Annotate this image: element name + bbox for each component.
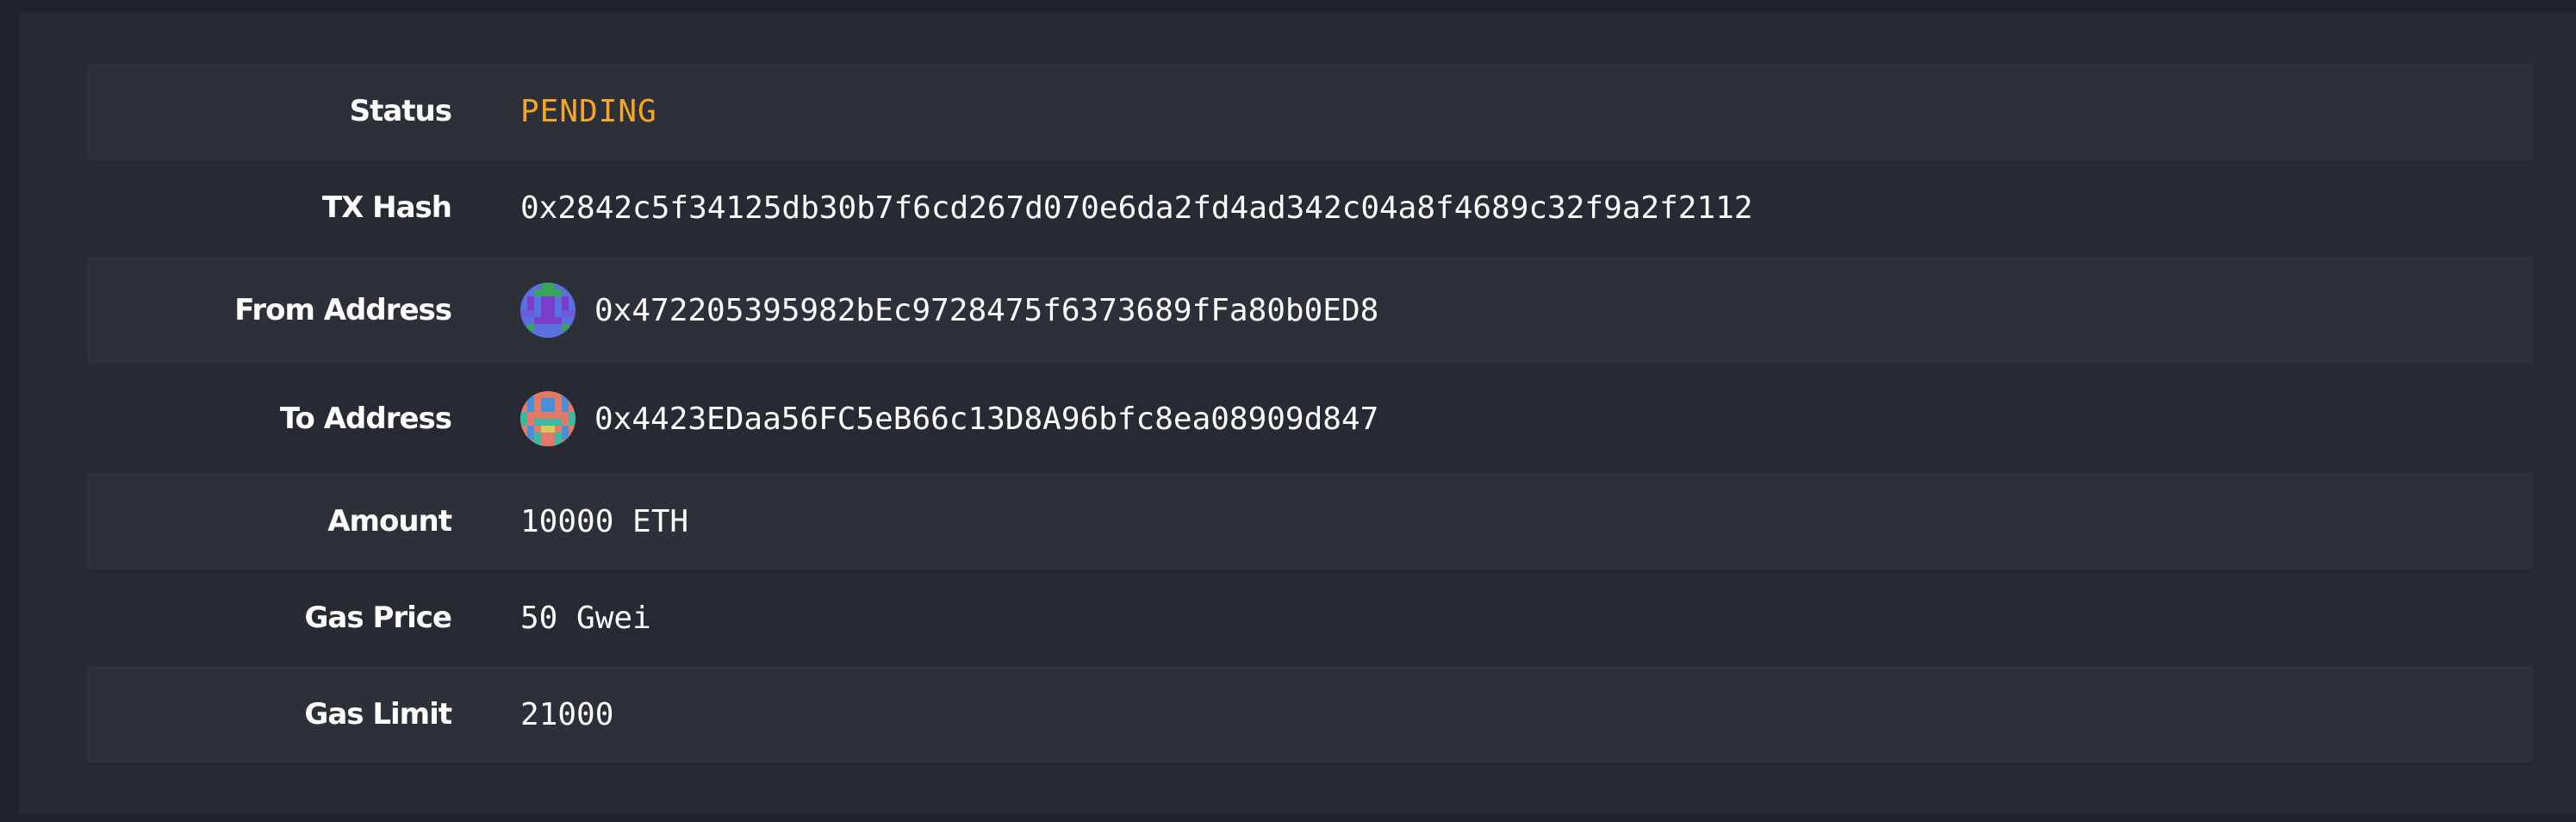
status-row: Status PENDING bbox=[87, 63, 2533, 159]
identicon-icon bbox=[520, 283, 576, 338]
gas-limit-label: Gas Limit bbox=[304, 697, 452, 732]
identicon-icon bbox=[520, 391, 576, 446]
amount-label: Amount bbox=[327, 504, 452, 539]
tx-hash-label: TX Hash bbox=[321, 190, 452, 225]
to-address-value-group: 0x4423EDaa56FC5eB66c13D8A96bfc8ea08909d8… bbox=[520, 391, 1378, 446]
gas-price-label: Gas Price bbox=[304, 601, 452, 635]
status-label: Status bbox=[349, 94, 452, 128]
to-address-value[interactable]: 0x4423EDaa56FC5eB66c13D8A96bfc8ea08909d8… bbox=[594, 402, 1378, 437]
gas-limit-value: 21000 bbox=[520, 696, 614, 732]
from-address-label: From Address bbox=[234, 293, 452, 327]
from-address-value-group: 0x472205395982bEc9728475f6373689fFa80b0E… bbox=[520, 283, 1378, 338]
to-address-row: To Address 0x4423EDaa56FC5eB66c13D8A96bf… bbox=[87, 364, 2533, 473]
transaction-page: Status PENDING TX Hash 0x2842c5f34125db3… bbox=[0, 0, 2576, 822]
tx-hash-row: TX Hash 0x2842c5f34125db30b7f6cd267d070e… bbox=[87, 159, 2533, 256]
gas-price-value: 50 Gwei bbox=[520, 600, 651, 636]
amount-row: Amount 10000 ETH bbox=[87, 473, 2533, 570]
status-value: PENDING bbox=[520, 93, 657, 129]
tx-hash-value[interactable]: 0x2842c5f34125db30b7f6cd267d070e6da2fd4a… bbox=[520, 190, 1752, 226]
to-address-label: To Address bbox=[279, 402, 452, 436]
amount-value: 10000 ETH bbox=[520, 503, 689, 539]
gas-price-row: Gas Price 50 Gwei bbox=[87, 570, 2533, 666]
transaction-details-table: Status PENDING TX Hash 0x2842c5f34125db3… bbox=[87, 63, 2533, 763]
from-address-value[interactable]: 0x472205395982bEc9728475f6373689fFa80b0E… bbox=[594, 293, 1378, 328]
from-address-row: From Address 0x472205395982bEc9728475f63… bbox=[87, 256, 2533, 364]
gas-limit-row: Gas Limit 21000 bbox=[87, 666, 2533, 763]
